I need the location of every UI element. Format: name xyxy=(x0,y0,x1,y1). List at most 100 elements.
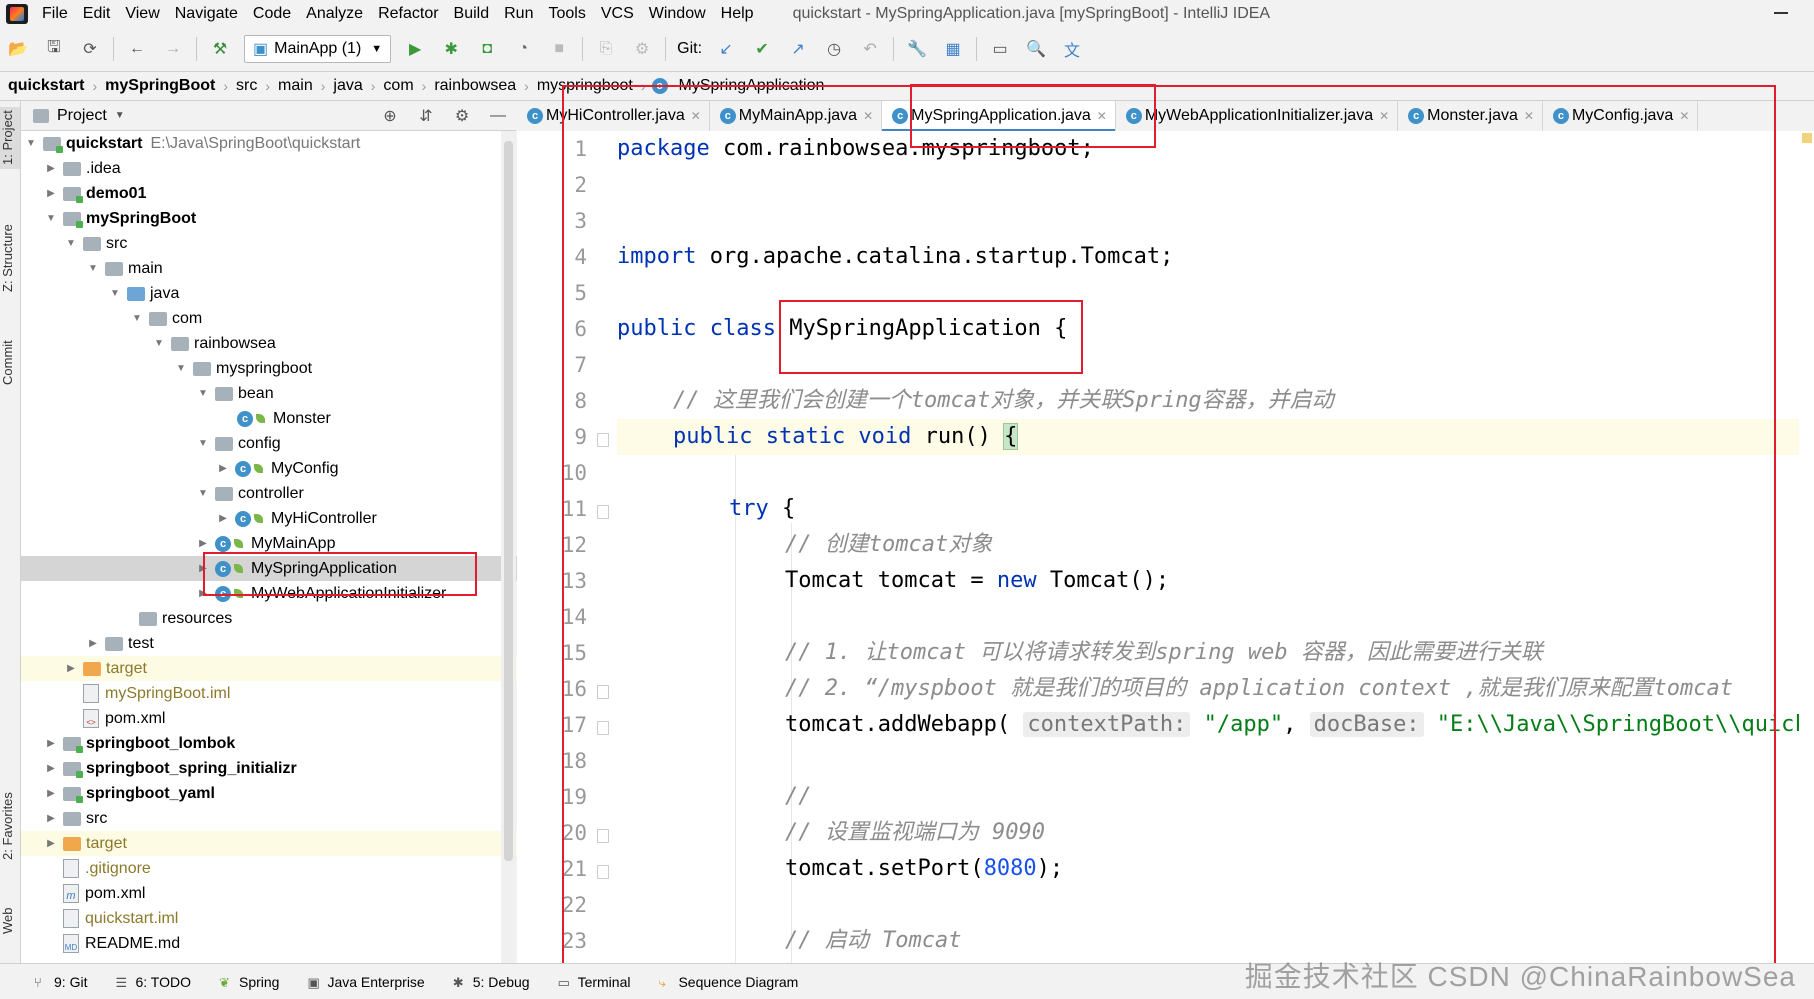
git-update-icon[interactable]: ↙ xyxy=(715,38,737,60)
tree-node[interactable]: ▶ springboot_spring_initializr xyxy=(21,756,525,781)
breadcrumb-item[interactable]: main xyxy=(270,77,321,95)
debug-bug-icon[interactable]: ✱ xyxy=(440,38,462,60)
tree-node[interactable]: ▶ springboot_yaml xyxy=(21,781,525,806)
forward-arrow-icon[interactable]: → xyxy=(162,38,184,60)
tree-node[interactable]: ▶ demo01 xyxy=(21,181,525,206)
collapsed-arrow-icon[interactable]: ▶ xyxy=(217,513,229,524)
terminal-window-icon[interactable]: ▭ xyxy=(989,38,1011,60)
expanded-arrow-icon[interactable]: ▼ xyxy=(25,138,37,149)
tool-button-java-enterprise[interactable]: ▣ Java Enterprise xyxy=(307,974,424,990)
collapsed-arrow-icon[interactable]: ▶ xyxy=(45,163,57,174)
coverage-icon[interactable]: ◘ xyxy=(476,38,498,60)
collapsed-arrow-icon[interactable]: ▶ xyxy=(45,738,57,749)
breadcrumb-item[interactable]: rainbowsea xyxy=(426,77,524,95)
tree-node[interactable]: mySpringBoot.iml xyxy=(21,681,563,706)
save-icon[interactable]: 🖫 xyxy=(43,38,65,60)
tree-node[interactable]: quickstart.iml xyxy=(21,906,543,931)
collapsed-arrow-icon[interactable]: ▶ xyxy=(87,638,99,649)
menu-navigate[interactable]: Navigate xyxy=(175,5,238,23)
chevron-down-icon[interactable]: ▼ xyxy=(115,110,125,121)
tool-tab-favorites[interactable]: 2: Favorites xyxy=(0,781,20,871)
stop-icon[interactable]: ■ xyxy=(548,38,570,60)
editor-error-stripe[interactable] xyxy=(1799,131,1814,963)
tree-node[interactable]: m pom.xml xyxy=(21,881,543,906)
tool-tab-structure[interactable]: Z: Structure xyxy=(0,213,20,303)
tool-button-git[interactable]: ⑂ 9: Git xyxy=(34,974,87,990)
collapsed-arrow-icon[interactable]: ▶ xyxy=(45,813,57,824)
tree-node[interactable]: ▶ .idea xyxy=(21,156,525,181)
tree-node[interactable]: ▶ target xyxy=(21,831,525,856)
expanded-arrow-icon[interactable]: ▼ xyxy=(45,213,57,224)
gear-icon[interactable]: ⚙ xyxy=(451,105,473,127)
git-push-icon[interactable]: ↗ xyxy=(787,38,809,60)
back-arrow-icon[interactable]: ← xyxy=(126,38,148,60)
breadcrumb-item[interactable]: quickstart xyxy=(0,77,92,95)
expanded-arrow-icon[interactable]: ▼ xyxy=(87,263,99,274)
sync-icon[interactable]: ⟳ xyxy=(79,38,101,60)
expanded-arrow-icon[interactable]: ▼ xyxy=(197,388,209,399)
tool-button-debug[interactable]: ✱ 5: Debug xyxy=(453,974,530,990)
tool-tab-commit[interactable]: Commit xyxy=(0,333,20,393)
breadcrumb-item[interactable]: java xyxy=(325,77,370,95)
menu-run[interactable]: Run xyxy=(504,5,533,23)
menu-build[interactable]: Build xyxy=(454,5,490,23)
breadcrumb-item[interactable]: mySpringBoot xyxy=(97,77,223,95)
menu-refactor[interactable]: Refactor xyxy=(378,5,438,23)
collapse-all-icon[interactable]: ⇵ xyxy=(415,105,437,127)
minimize-button[interactable] xyxy=(1774,12,1788,14)
collapsed-arrow-icon[interactable]: ▶ xyxy=(45,763,57,774)
menu-window[interactable]: Window xyxy=(649,5,706,23)
project-scrollbar[interactable] xyxy=(501,131,516,963)
expanded-arrow-icon[interactable]: ▼ xyxy=(153,338,165,349)
tool-button-todo[interactable]: ☰ 6: TODO xyxy=(115,974,191,990)
menu-file[interactable]: File xyxy=(42,5,68,23)
expanded-arrow-icon[interactable]: ▼ xyxy=(131,313,143,324)
run-icon[interactable]: ▶ xyxy=(404,38,426,60)
collapsed-arrow-icon[interactable]: ▶ xyxy=(45,188,57,199)
collapsed-arrow-icon[interactable]: ▶ xyxy=(45,788,57,799)
tree-node[interactable]: ▶ springboot_lombok xyxy=(21,731,525,756)
tool-tab-project[interactable]: 1: Project xyxy=(0,107,20,169)
git-commit-check-icon[interactable]: ✔ xyxy=(751,38,773,60)
run-configuration-select[interactable]: ▣ MainApp (1) ▼ xyxy=(244,35,392,63)
tree-node[interactable]: .gitignore xyxy=(21,856,543,881)
collapsed-arrow-icon[interactable]: ▶ xyxy=(197,538,209,549)
tool-tab-web[interactable]: Web xyxy=(0,901,20,941)
settings-wrench-icon[interactable]: 🔧 xyxy=(906,38,928,60)
git-history-clock-icon[interactable]: ◷ xyxy=(823,38,845,60)
collapsed-arrow-icon[interactable]: ▶ xyxy=(65,663,77,674)
tree-node[interactable]: ▼ main xyxy=(21,256,567,281)
expanded-arrow-icon[interactable]: ▼ xyxy=(65,238,77,249)
tree-node[interactable]: ▶ src xyxy=(21,806,525,831)
project-structure-icon[interactable]: ▦ xyxy=(942,38,964,60)
scrollbar-thumb[interactable] xyxy=(504,141,513,861)
warning-marker-icon[interactable] xyxy=(1802,133,1812,143)
expanded-arrow-icon[interactable]: ▼ xyxy=(175,363,187,374)
git-rollback-icon[interactable]: ↶ xyxy=(859,38,881,60)
tree-node[interactable]: <> pom.xml xyxy=(21,706,563,731)
collapsed-arrow-icon[interactable]: ▶ xyxy=(45,838,57,849)
tool-button-terminal[interactable]: ▭ Terminal xyxy=(558,974,631,990)
expanded-arrow-icon[interactable]: ▼ xyxy=(109,288,121,299)
breadcrumb-item[interactable]: src xyxy=(228,77,265,95)
tree-node[interactable]: MD README.md xyxy=(21,931,543,956)
open-folder-icon[interactable]: 📂 xyxy=(7,38,29,60)
breadcrumb-item[interactable]: com xyxy=(375,77,421,95)
attach-icon[interactable]: ⎘ xyxy=(595,38,617,60)
tree-node[interactable]: ▼ quickstart E:\Java\SpringBoot\quickstar… xyxy=(21,131,505,156)
profile-icon[interactable]: ◔ xyxy=(512,38,534,60)
menu-help[interactable]: Help xyxy=(721,5,754,23)
hide-minus-icon[interactable]: — xyxy=(487,105,509,127)
menu-tools[interactable]: Tools xyxy=(548,5,585,23)
dependencies-icon[interactable]: ⚙ xyxy=(631,38,653,60)
menu-analyze[interactable]: Analyze xyxy=(306,5,363,23)
menu-vcs[interactable]: VCS xyxy=(601,5,634,23)
tree-node[interactable]: ▶ test xyxy=(21,631,567,656)
tool-button-sequence-diagram[interactable]: ⤷ Sequence Diagram xyxy=(658,974,798,990)
tree-node[interactable]: ▶ target xyxy=(21,656,545,681)
project-panel-title[interactable]: Project xyxy=(57,107,107,125)
tool-button-spring[interactable]: ❦ Spring xyxy=(219,974,279,990)
build-hammer-icon[interactable]: ⚒ xyxy=(209,38,231,60)
expanded-arrow-icon[interactable]: ▼ xyxy=(197,488,209,499)
translate-icon[interactable]: 文 xyxy=(1061,38,1083,60)
